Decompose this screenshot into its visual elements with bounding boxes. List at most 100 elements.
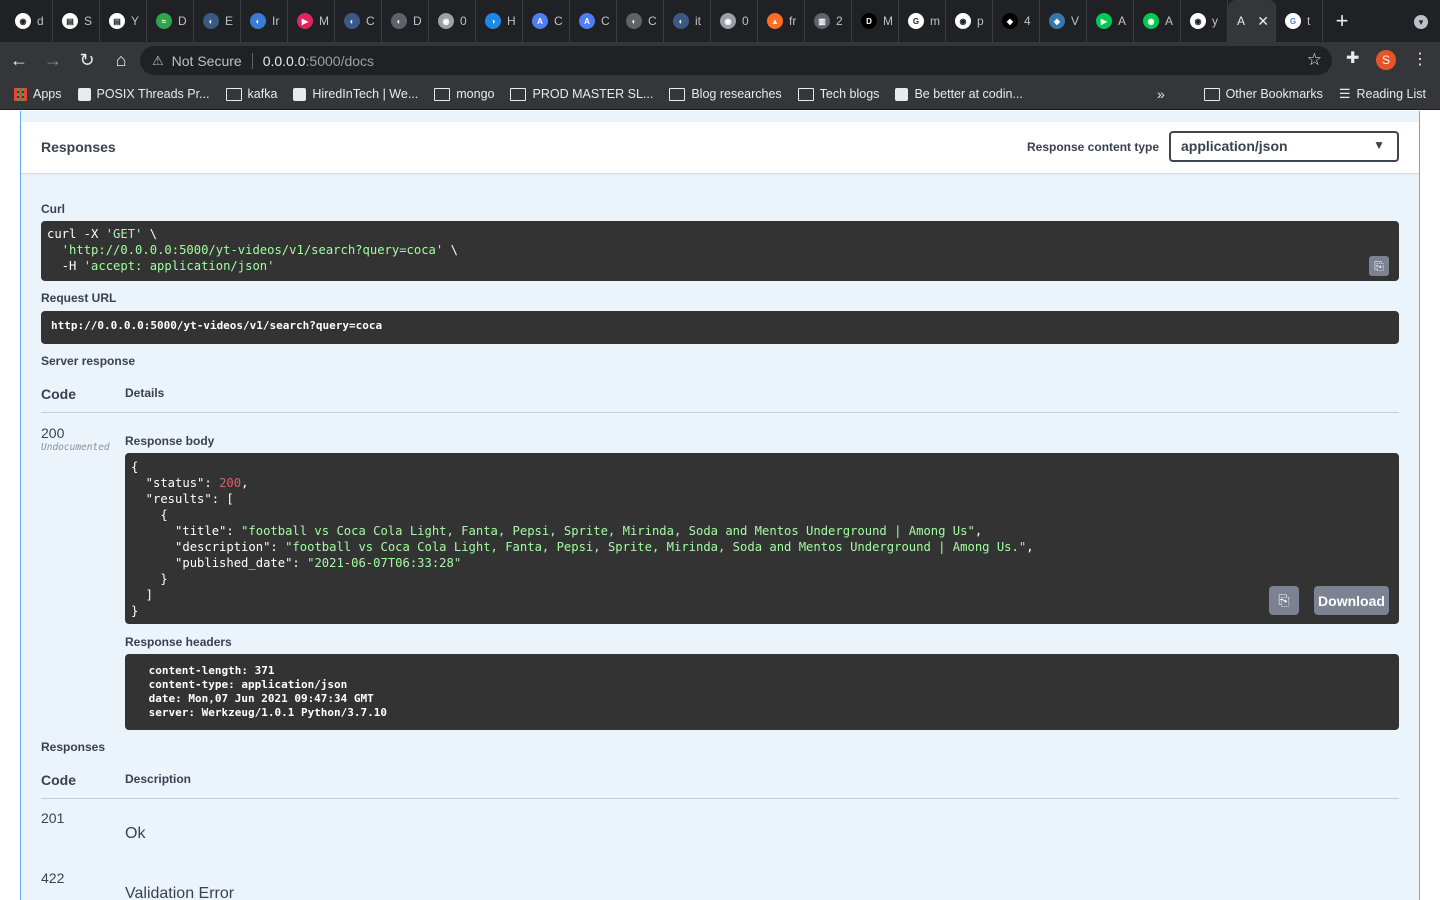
copy-curl-icon[interactable]: ⎘ [1369, 256, 1389, 276]
site-icon [77, 87, 91, 101]
tab-title: fr [789, 14, 797, 28]
tab-10[interactable]: ◉ 0 [429, 0, 476, 42]
response-headers-block[interactable]: content-length: 371 content-type: applic… [125, 654, 1399, 730]
response-row-description: Ok [125, 825, 146, 842]
tab-15[interactable]: ◐ it [664, 0, 711, 42]
reload-button[interactable]: ↻ [72, 46, 102, 76]
tab-13[interactable]: AC [570, 0, 617, 42]
tab-3[interactable]: ▤ Y [100, 0, 147, 42]
tab-20[interactable]: Gm [899, 0, 946, 42]
bookmark-item[interactable]: HiredInTech | We... [293, 87, 418, 101]
bookmark-item[interactable]: Tech blogs [797, 87, 879, 101]
favicon-icon: ▥ [814, 13, 830, 29]
tab-6[interactable]: ◐ Ir [241, 0, 288, 42]
tab-18[interactable]: ▥ 2 [805, 0, 852, 42]
url-path: :5000/docs [305, 52, 375, 69]
tab-17[interactable]: ▲ fr [758, 0, 805, 42]
bookmark-item[interactable]: PROD MASTER SL... [510, 87, 653, 101]
curl-continuation: \ [142, 227, 158, 241]
google-favicon-icon: G [1285, 13, 1301, 29]
forward-button[interactable]: → [38, 46, 68, 76]
browser-menu-icon[interactable]: ⋮ [1412, 49, 1428, 69]
home-button[interactable]: ⌂ [106, 46, 136, 76]
profile-avatar[interactable]: S [1376, 50, 1396, 70]
undocumented-label: Undocumented [41, 442, 110, 453]
address-bar[interactable]: ⚠ Not Secure 0.0.0.0:5000/docs ☆ [140, 46, 1332, 75]
tab-9[interactable]: ◐ D [382, 0, 429, 42]
tab-28[interactable]: G t [1276, 0, 1323, 42]
download-button[interactable]: Download [1314, 586, 1389, 615]
tab-title: D [413, 14, 422, 28]
bookmarks-overflow-icon[interactable]: » [1157, 86, 1165, 102]
tab-4[interactable]: ≈ D [147, 0, 194, 42]
tab-7[interactable]: ▶ M [288, 0, 335, 42]
back-button[interactable]: ← [4, 46, 34, 76]
tab-26[interactable]: ◉ y [1181, 0, 1228, 42]
tab-21[interactable]: ◉ p [946, 0, 993, 42]
favicon-icon: G [908, 13, 924, 29]
favicon-icon: ▶ [1096, 13, 1112, 29]
tab-11[interactable]: ◑ H [476, 0, 523, 42]
tab-16[interactable]: ◉ 0 [711, 0, 758, 42]
tab-title: 0 [742, 14, 749, 28]
tab-title: V [1071, 14, 1080, 28]
tab-23[interactable]: ◆ V [1040, 0, 1087, 42]
response-body-block[interactable]: { "status": 200, "results": [ { "title":… [125, 453, 1399, 624]
tab-14[interactable]: ◐ C [617, 0, 664, 42]
json-key: "published_date": [131, 556, 308, 570]
tab-19[interactable]: DM [852, 0, 899, 42]
favicon-icon: ◉ [720, 13, 736, 29]
bookmark-label: mongo [456, 87, 495, 101]
bookmark-item[interactable]: Apps [14, 87, 62, 101]
tab-8[interactable]: ◐ C [335, 0, 382, 42]
response-row-description: Validation Error [125, 885, 235, 900]
favicon-icon: ◉ [15, 13, 31, 29]
tab-24[interactable]: ▶ A [1087, 0, 1134, 42]
bookmark-item[interactable]: Blog researches [669, 87, 782, 101]
json-comma: , [974, 524, 983, 538]
copy-response-icon[interactable]: ⎘ [1269, 586, 1299, 615]
tab-search-icon[interactable]: ▾ [1414, 15, 1428, 29]
warning-icon[interactable]: ⚠ [152, 53, 164, 69]
request-url-value[interactable]: http://0.0.0.0:5000/yt-videos/v1/search?… [41, 311, 1399, 344]
response-row-code: 422 [41, 870, 65, 886]
curl-code-block[interactable]: curl -X 'GET' \ 'http://0.0.0.0:5000/yt-… [41, 221, 1399, 281]
content-type-select[interactable]: application/json ▼ [1169, 131, 1399, 162]
not-secure-label[interactable]: Not Secure [172, 53, 242, 69]
bookmark-star-icon[interactable]: ☆ [1307, 50, 1322, 70]
curl-url: 'http://0.0.0.0:5000/yt-videos/v1/search… [61, 243, 444, 257]
favicon-icon: A [579, 13, 595, 29]
tab-title: t [1307, 14, 1311, 28]
tab-title: p [977, 14, 984, 28]
curl-header: 'accept: application/json' [83, 259, 275, 273]
tab-25[interactable]: ◉ A [1134, 0, 1181, 42]
favicon-icon: ◉ [438, 13, 454, 29]
bookmark-item[interactable]: mongo [434, 87, 494, 101]
favicon-icon: ◉ [1143, 13, 1159, 29]
tab-title: C [648, 14, 657, 28]
json-key: "results": [ [131, 492, 234, 506]
bookmark-item[interactable]: Be better at codin... [895, 87, 1023, 101]
tab-5[interactable]: ◐ E [194, 0, 241, 42]
tab-22[interactable]: ◆ 4 [993, 0, 1040, 42]
tab-2[interactable]: ▤ S [53, 0, 100, 42]
close-tab-icon[interactable]: ✕ [1257, 13, 1269, 30]
response-body-label: Response body [125, 434, 215, 448]
tab-12[interactable]: AC [523, 0, 570, 42]
reading-list[interactable]: ☰ Reading List [1339, 86, 1426, 102]
tab-title: 2 [836, 14, 843, 28]
swagger-page: Responses Response content type applicat… [0, 111, 1440, 900]
curl-label: Curl [41, 202, 65, 216]
response-status-code: 200 [41, 425, 65, 441]
tab-active[interactable]: A ✕ [1228, 0, 1276, 42]
favicon-icon: ▲ [767, 13, 783, 29]
new-tab-button[interactable]: + [1323, 0, 1361, 42]
tab-1[interactable]: ◉ d [6, 0, 53, 42]
favicon-icon: ◆ [1002, 13, 1018, 29]
bookmark-item[interactable]: kafka [225, 87, 277, 101]
bookmark-item[interactable]: POSIX Threads Pr... [77, 87, 210, 101]
json-string: "2021-06-07T06:33:28" [307, 556, 462, 570]
other-bookmarks[interactable]: Other Bookmarks [1203, 87, 1323, 101]
bookmark-label: HiredInTech | We... [312, 87, 419, 101]
extensions-puzzle-icon[interactable]: ✚ [1346, 48, 1359, 68]
